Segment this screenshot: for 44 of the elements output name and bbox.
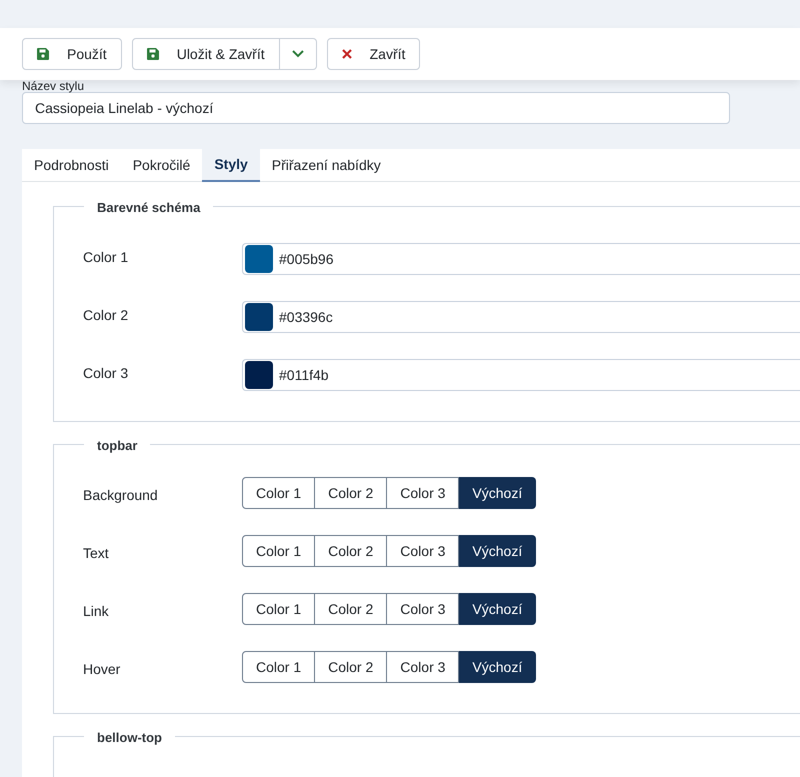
color-field[interactable]: #03396c (242, 301, 800, 333)
option-button[interactable]: Color 1 (242, 651, 316, 683)
field-label: Link (82, 602, 110, 621)
option-button[interactable]: Color 1 (242, 535, 316, 567)
option-button[interactable]: Color 2 (315, 535, 388, 567)
field-label: Hover (82, 660, 122, 679)
close-button[interactable]: Zavřít (326, 38, 420, 70)
option-button[interactable]: Color 1 (242, 477, 316, 509)
option-button[interactable]: Color 3 (387, 477, 460, 509)
input-field[interactable]: Cassiopeia Linelab - výchozí (22, 92, 730, 124)
color-value: #005b96 (279, 250, 334, 268)
color-value: #011f4b (279, 366, 329, 384)
field-label: Color 2 (82, 306, 130, 325)
option-button[interactable]: Výchozí (459, 651, 536, 683)
option-button[interactable]: Color 3 (387, 535, 460, 567)
apply-button[interactable]: Použít (22, 38, 122, 70)
save-close-button[interactable]: Uložit & Zavřít (132, 38, 280, 70)
field-label: Název stylu (22, 80, 86, 92)
tab[interactable]: Pokročilé (120, 149, 202, 182)
option-button[interactable]: Výchozí (459, 593, 536, 625)
option-button[interactable]: Color 2 (315, 477, 388, 509)
field-label: Background (82, 486, 159, 505)
field-label: Color 1 (82, 248, 130, 267)
option-button[interactable]: Výchozí (459, 535, 536, 567)
tab[interactable]: Podrobnosti (22, 149, 121, 182)
option-button[interactable]: Color 2 (315, 651, 388, 683)
tab[interactable]: Styly (202, 149, 260, 182)
color-field[interactable]: #005b96 (242, 243, 800, 275)
color-swatch[interactable] (245, 245, 273, 273)
option-button[interactable]: Color 3 (387, 593, 460, 625)
option-button[interactable]: Color 3 (387, 651, 460, 683)
dropdown-button[interactable] (280, 38, 317, 70)
field-label: Color 3 (82, 364, 130, 383)
color-value: #03396c (279, 308, 333, 326)
color-swatch[interactable] (245, 303, 273, 331)
chevron-down-icon (292, 50, 304, 58)
tab[interactable]: Přiřazení nabídky (260, 149, 393, 182)
field-label: Text (82, 544, 110, 563)
color-swatch[interactable] (245, 361, 273, 389)
option-button[interactable]: Color 1 (242, 593, 316, 625)
option-button[interactable]: Výchozí (459, 477, 536, 509)
close-icon (342, 49, 352, 59)
color-field[interactable]: #011f4b (242, 359, 800, 391)
option-button[interactable]: Color 2 (315, 593, 388, 625)
